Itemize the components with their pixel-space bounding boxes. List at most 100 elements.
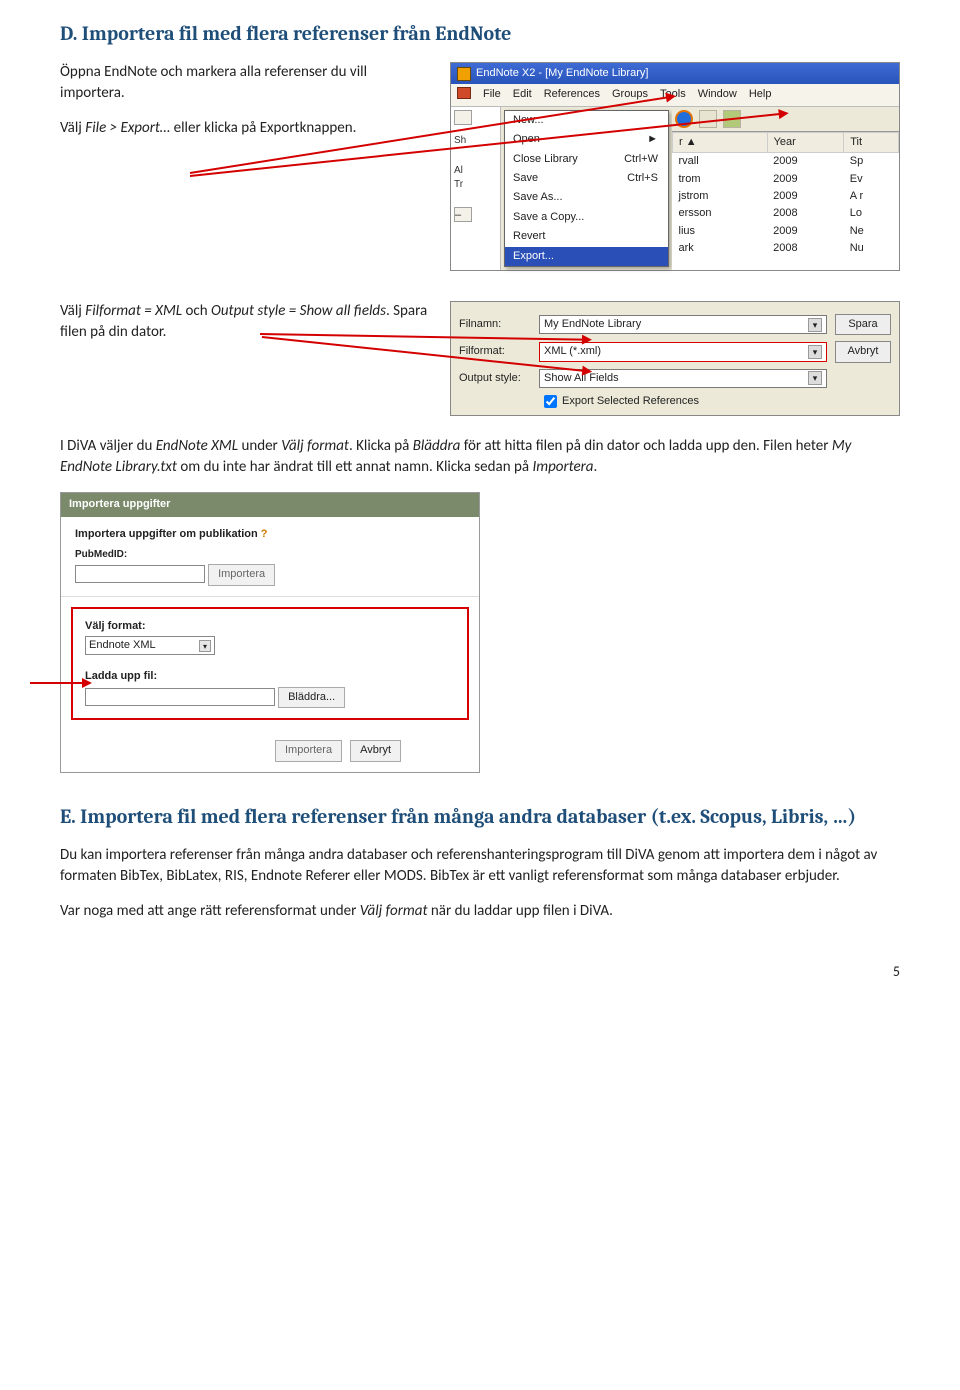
mi-export[interactable]: Export...	[505, 247, 668, 266]
heading-e: E. Importera fil med flera referenser fr…	[60, 803, 900, 831]
table-row[interactable]: ark2008Nu	[673, 240, 899, 257]
x: Bläddra	[413, 437, 461, 455]
filnamn-label: Filnamn:	[459, 317, 531, 332]
c: 2009	[767, 188, 844, 205]
endnote-title: EndNote X2 - [My EndNote Library]	[476, 66, 648, 81]
ladda-label: Ladda upp fil:	[85, 669, 455, 684]
c: 2009	[767, 223, 844, 240]
c: Nu	[844, 240, 899, 257]
x: under	[238, 437, 281, 455]
filnamn-field[interactable]: My EndNote Library ▾	[539, 315, 827, 334]
c: 2009	[767, 171, 844, 188]
para-d1a: Öppna EndNote och markera alla referense…	[60, 62, 430, 104]
menu-file[interactable]: File	[483, 87, 501, 102]
mi-close[interactable]: Close LibraryCtrl+W	[505, 150, 668, 169]
x: I DiVA väljer du	[60, 437, 156, 455]
mi-savecopy-lbl: Save a Copy...	[513, 210, 584, 225]
chevron-down-icon[interactable]: ▾	[808, 371, 822, 385]
menu-help[interactable]: Help	[749, 87, 772, 102]
table-row[interactable]: lius2009Ne	[673, 223, 899, 240]
filformat-field[interactable]: XML (*.xml) ▾	[539, 342, 827, 361]
t1: Välj	[60, 119, 85, 137]
endnote-right: r ▲ Year Tit rvall2009Sp trom2009Ev jstr…	[672, 107, 899, 270]
mi-saveas-lbl: Save As...	[513, 190, 563, 205]
c: 2009	[767, 153, 844, 171]
table-row[interactable]: ersson2008Lo	[673, 205, 899, 222]
c: Sp	[844, 153, 899, 171]
c: 2008	[767, 240, 844, 257]
c: 2008	[767, 205, 844, 222]
bladdra-button[interactable]: Bläddra...	[278, 687, 345, 708]
c: A r	[844, 188, 899, 205]
col-author-lbl: r	[679, 136, 683, 148]
c: ersson	[673, 205, 768, 222]
x: Välj format	[281, 437, 349, 455]
x: Var noga med att ange rätt referensforma…	[60, 902, 360, 920]
mi-save[interactable]: SaveCtrl+S	[505, 169, 668, 188]
t2: File > Export…	[85, 119, 173, 137]
c: lius	[673, 223, 768, 240]
table-row[interactable]: jstrom2009A r	[673, 188, 899, 205]
chevron-down-icon[interactable]: ▾	[808, 345, 822, 359]
tb-btn-1[interactable]	[699, 110, 717, 128]
importera-bottom-button[interactable]: Importera	[275, 740, 342, 761]
importera-top-button[interactable]: Importera	[208, 564, 275, 585]
menu-edit[interactable]: Edit	[513, 87, 532, 102]
menu-references[interactable]: References	[544, 87, 600, 102]
chk-label: Export Selected References	[562, 394, 699, 409]
col-title[interactable]: Tit	[844, 132, 899, 152]
endnote-titlebar: EndNote X2 - [My EndNote Library]	[451, 63, 899, 84]
c: rvall	[673, 153, 768, 171]
filformat-value: XML (*.xml)	[544, 344, 601, 359]
table-row[interactable]: trom2009Ev	[673, 171, 899, 188]
mi-export-lbl: Export...	[513, 249, 554, 264]
para-d1b: Välj File > Export… eller klicka på Expo…	[60, 118, 430, 139]
left-btn-1[interactable]	[454, 110, 472, 125]
mi-close-acc: Ctrl+W	[624, 152, 658, 167]
mi-open-acc: ►	[647, 132, 658, 147]
x: Välj	[60, 302, 85, 320]
mi-savecopy[interactable]: Save a Copy...	[505, 208, 668, 227]
c: trom	[673, 171, 768, 188]
filnamn-value: My EndNote Library	[544, 317, 641, 332]
table-row[interactable]: rvall2009Sp	[673, 153, 899, 171]
chevron-down-icon[interactable]: ▾	[199, 640, 211, 652]
left-btn-2[interactable]: –	[454, 207, 472, 222]
col-author[interactable]: r ▲	[673, 132, 768, 152]
avbryt-diva-button[interactable]: Avbryt	[350, 740, 401, 761]
help-icon[interactable]: ?	[261, 528, 268, 540]
ref-table: r ▲ Year Tit rvall2009Sp trom2009Ev jstr…	[672, 132, 899, 258]
avbryt-button[interactable]: Avbryt	[835, 341, 891, 362]
pubmed-input[interactable]	[75, 565, 205, 583]
mi-saveas[interactable]: Save As...	[505, 188, 668, 207]
endnote-app-icon	[457, 67, 471, 81]
export-dialog: Filnamn: My EndNote Library ▾ Spara Filf…	[450, 301, 900, 417]
para-e1: Du kan importera referenser från många a…	[60, 845, 900, 887]
c: Lo	[844, 205, 899, 222]
x: . Klicka på	[349, 437, 413, 455]
pubmed-label: PubMedID:	[75, 548, 465, 562]
x: för att hitta filen på din dator och lad…	[460, 437, 832, 455]
heading-d: D. Importera fil med flera referenser fr…	[60, 20, 900, 48]
red-arrow-5	[30, 682, 90, 684]
file-path-input[interactable]	[85, 688, 275, 706]
x: och	[182, 302, 211, 320]
menu-window[interactable]: Window	[698, 87, 737, 102]
left-tr: Tr	[454, 178, 497, 192]
chevron-down-icon[interactable]: ▾	[808, 318, 822, 332]
checkbox-icon[interactable]	[544, 395, 557, 408]
c: Ne	[844, 223, 899, 240]
format-select[interactable]: Endnote XML ▾	[85, 636, 215, 655]
export-selected-checkbox[interactable]: Export Selected References	[544, 394, 891, 409]
para-e2: Var noga med att ange rätt referensforma…	[60, 901, 900, 922]
spara-button[interactable]: Spara	[835, 314, 891, 335]
x: Filformat = XML	[85, 302, 182, 320]
x: .	[594, 458, 598, 476]
redbox: Välj format: Endnote XML ▾ Ladda upp fil…	[71, 607, 469, 721]
col-year[interactable]: Year	[767, 132, 844, 152]
x: om du inte har ändrat till ett annat nam…	[177, 458, 532, 476]
mi-revert[interactable]: Revert	[505, 227, 668, 246]
left-al: Al	[454, 164, 497, 178]
para-d3: I DiVA väljer du EndNote XML under Välj …	[60, 436, 900, 478]
output-label: Output style:	[459, 371, 531, 386]
